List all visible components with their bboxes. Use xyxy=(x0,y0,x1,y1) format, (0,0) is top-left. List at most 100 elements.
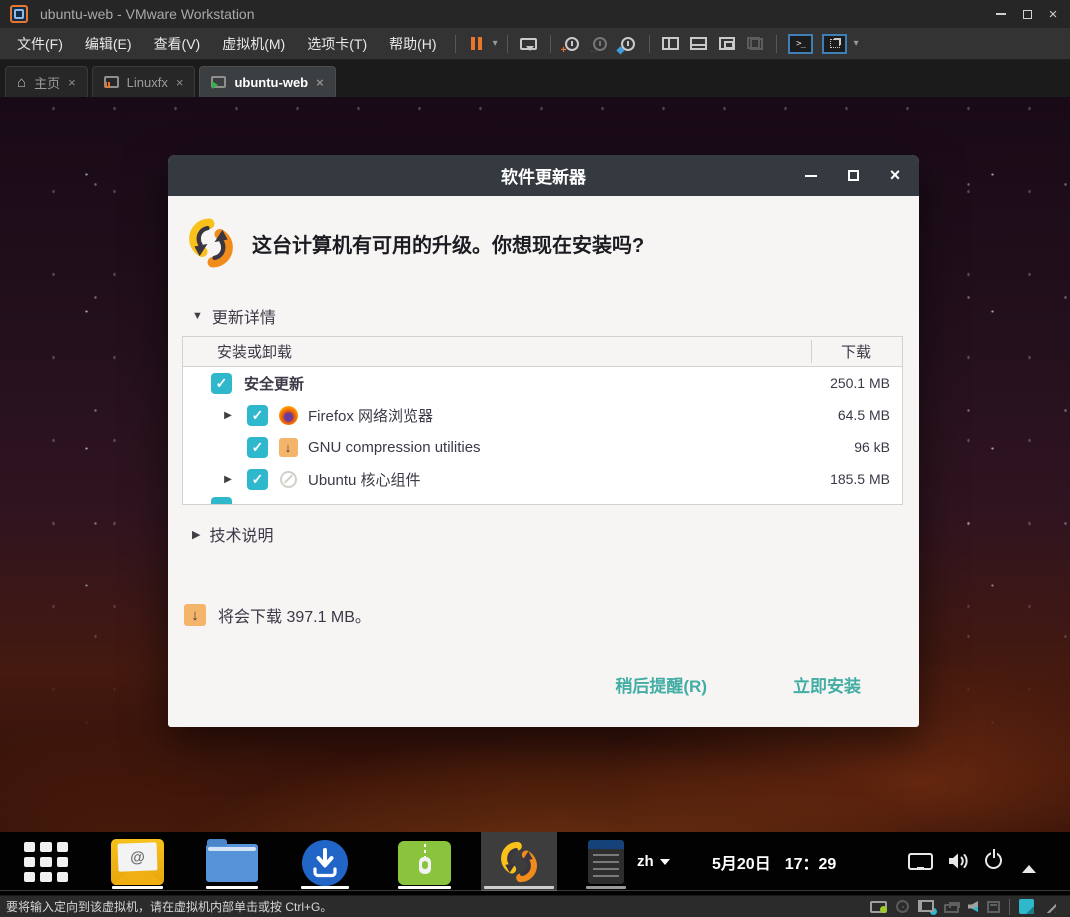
package-generic-icon xyxy=(278,469,298,489)
download-icon: ↓ xyxy=(184,604,206,626)
expander-closed-icon: ▶ xyxy=(192,528,200,541)
email-app-icon[interactable]: @ xyxy=(111,839,164,885)
software-updater-dialog: 软件更新器 × 这台计算机有可用的升级。你想现在安装吗? xyxy=(168,155,919,727)
window-controls: × xyxy=(988,0,1066,28)
sound-status-icon[interactable] xyxy=(968,901,978,912)
tab-ubuntu-web[interactable]: ubuntu-web × xyxy=(199,66,335,97)
tab-home-close-icon[interactable]: × xyxy=(68,75,76,90)
vmware-logo-icon xyxy=(10,5,28,23)
network-status-icon[interactable] xyxy=(918,900,935,913)
show-library-icon[interactable] xyxy=(659,33,683,55)
vmware-window: ubuntu-web - VMware Workstation × 文件(F) … xyxy=(0,0,1070,917)
display-settings-icon[interactable] xyxy=(908,853,933,870)
tab-linuxfx[interactable]: Linuxfx × xyxy=(92,66,196,97)
statusbar-message: 要将输入定向到该虚拟机，请在虚拟机内部单击或按 Ctrl+G。 xyxy=(6,898,332,915)
technical-notes-expander[interactable]: ▶ 技术说明 xyxy=(192,522,273,546)
window-title: ubuntu-web - VMware Workstation xyxy=(40,6,255,22)
hard-disk-status-icon[interactable] xyxy=(870,901,887,913)
dialog-close-button[interactable]: × xyxy=(887,168,903,184)
software-updater-dock-icon[interactable] xyxy=(481,832,557,891)
language-caret-icon xyxy=(660,859,670,870)
power-icon[interactable] xyxy=(985,852,1002,869)
tray-expand-icon[interactable] xyxy=(1022,858,1036,873)
menu-edit[interactable]: 编辑(E) xyxy=(74,29,143,59)
menu-vm[interactable]: 虚拟机(M) xyxy=(211,29,296,59)
software-list-app-icon[interactable] xyxy=(588,840,624,884)
manage-snapshots-icon[interactable]: ◆ xyxy=(616,33,640,55)
running-indicator xyxy=(586,886,626,889)
dialog-minimize-button[interactable] xyxy=(803,168,819,184)
stretch-guest-icon[interactable] xyxy=(820,33,850,55)
technical-notes-label: 技术说明 xyxy=(209,522,273,546)
row-expander-icon[interactable]: ▶ xyxy=(221,474,235,485)
toolbar-separator xyxy=(649,35,650,53)
language-indicator[interactable]: zh xyxy=(637,832,670,891)
vm-running-icon xyxy=(211,76,226,88)
dialog-titlebar[interactable]: 软件更新器 × xyxy=(168,155,919,196)
column-install: 安装或卸载 xyxy=(217,341,292,362)
archive-manager-icon[interactable] xyxy=(398,841,451,885)
checkbox-security-updates[interactable]: ✓ xyxy=(211,373,232,394)
maximize-button[interactable] xyxy=(1014,2,1040,26)
home-icon: ⌂ xyxy=(17,74,26,91)
revert-snapshot-icon[interactable]: ← xyxy=(588,33,612,55)
install-now-button[interactable]: 立即安装 xyxy=(793,672,861,697)
running-indicator xyxy=(206,886,258,889)
statusbar-separator xyxy=(1009,899,1010,915)
running-indicator xyxy=(301,886,349,889)
column-divider xyxy=(811,340,812,363)
resize-grip-icon[interactable] xyxy=(1043,900,1056,913)
pause-dropdown-caret[interactable]: ▾ xyxy=(493,38,498,49)
table-row[interactable]: ▶ ✓ Firefox 网络浏览器 64.5 MB xyxy=(183,399,902,431)
checkbox-ubuntu-base[interactable]: ✓ xyxy=(247,469,268,490)
app-grid-icon[interactable] xyxy=(24,842,68,882)
menu-file[interactable]: 文件(F) xyxy=(6,29,74,59)
cd-drive-status-icon[interactable] xyxy=(896,900,909,913)
vm-screen: 软件更新器 × 这台计算机有可用的升级。你想现在安装吗? xyxy=(0,97,1070,895)
tabbar: ⌂ 主页 × Linuxfx × ubuntu-web × xyxy=(0,60,1070,97)
tab-linuxfx-close-icon[interactable]: × xyxy=(176,75,184,90)
tab-ubuntu-web-label: ubuntu-web xyxy=(234,75,308,90)
checkbox-gnu-utilities[interactable]: ✓ xyxy=(247,437,268,458)
toolbar-separator xyxy=(550,35,551,53)
dialog-heading: 这台计算机有可用的升级。你想现在安装吗? xyxy=(252,229,644,258)
taskbar-clock[interactable]: 5月20日 17：29 xyxy=(712,832,836,891)
updates-table: 安装或卸载 下载 ✓ 安全更新 250.1 MB ▶ ✓ Firefox 网络浏… xyxy=(182,336,903,505)
close-button[interactable]: × xyxy=(1040,2,1066,26)
tab-home[interactable]: ⌂ 主页 × xyxy=(5,66,88,97)
send-ctrl-alt-del-icon[interactable] xyxy=(517,33,541,55)
file-manager-icon[interactable] xyxy=(206,844,258,882)
menu-view[interactable]: 查看(V) xyxy=(143,29,212,59)
console-view-icon[interactable]: >_ xyxy=(786,33,816,55)
checkbox-firefox[interactable]: ✓ xyxy=(247,405,268,426)
downloads-app-icon[interactable] xyxy=(301,839,349,887)
menu-help[interactable]: 帮助(H) xyxy=(378,29,447,59)
minimize-button[interactable] xyxy=(988,2,1014,26)
fullscreen-icon[interactable] xyxy=(715,33,739,55)
table-row[interactable]: ▶ ✓ Ubuntu 核心组件 185.5 MB xyxy=(183,463,902,495)
table-row[interactable]: ✓ ↓ GNU compression utilities 96 kB xyxy=(183,431,902,463)
printer-status-icon[interactable] xyxy=(944,904,959,913)
dialog-maximize-button[interactable] xyxy=(845,168,861,184)
firefox-icon xyxy=(278,405,298,425)
menu-tabs[interactable]: 选项卡(T) xyxy=(296,29,378,59)
toolbar-separator xyxy=(455,35,456,53)
row-expander-icon[interactable]: ▶ xyxy=(221,410,235,421)
take-snapshot-icon[interactable]: + xyxy=(560,33,584,55)
volume-icon[interactable] xyxy=(945,849,971,873)
tab-linuxfx-label: Linuxfx xyxy=(127,75,168,90)
remind-later-button[interactable]: 稍后提醒(R) xyxy=(615,672,707,697)
stretch-dropdown-caret[interactable]: ▾ xyxy=(854,38,859,49)
pause-vm-icon[interactable] xyxy=(465,33,489,55)
download-total-note: ↓ 将会下载 397.1 MB。 xyxy=(184,603,371,627)
show-thumbnail-bar-icon[interactable] xyxy=(687,33,711,55)
taskbar-date: 5月20日 xyxy=(712,850,771,874)
tab-ubuntu-web-close-icon[interactable]: × xyxy=(316,75,324,90)
usb-device-status-icon[interactable] xyxy=(987,901,1000,913)
table-row[interactable]: ✓ 安全更新 250.1 MB xyxy=(183,367,902,399)
toolbar-separator xyxy=(776,35,777,53)
partially-visible-checkbox xyxy=(211,497,232,504)
update-details-expander[interactable]: ▼ 更新详情 xyxy=(192,304,276,328)
message-log-icon[interactable] xyxy=(1019,899,1034,914)
vm-paused-icon xyxy=(104,76,119,88)
